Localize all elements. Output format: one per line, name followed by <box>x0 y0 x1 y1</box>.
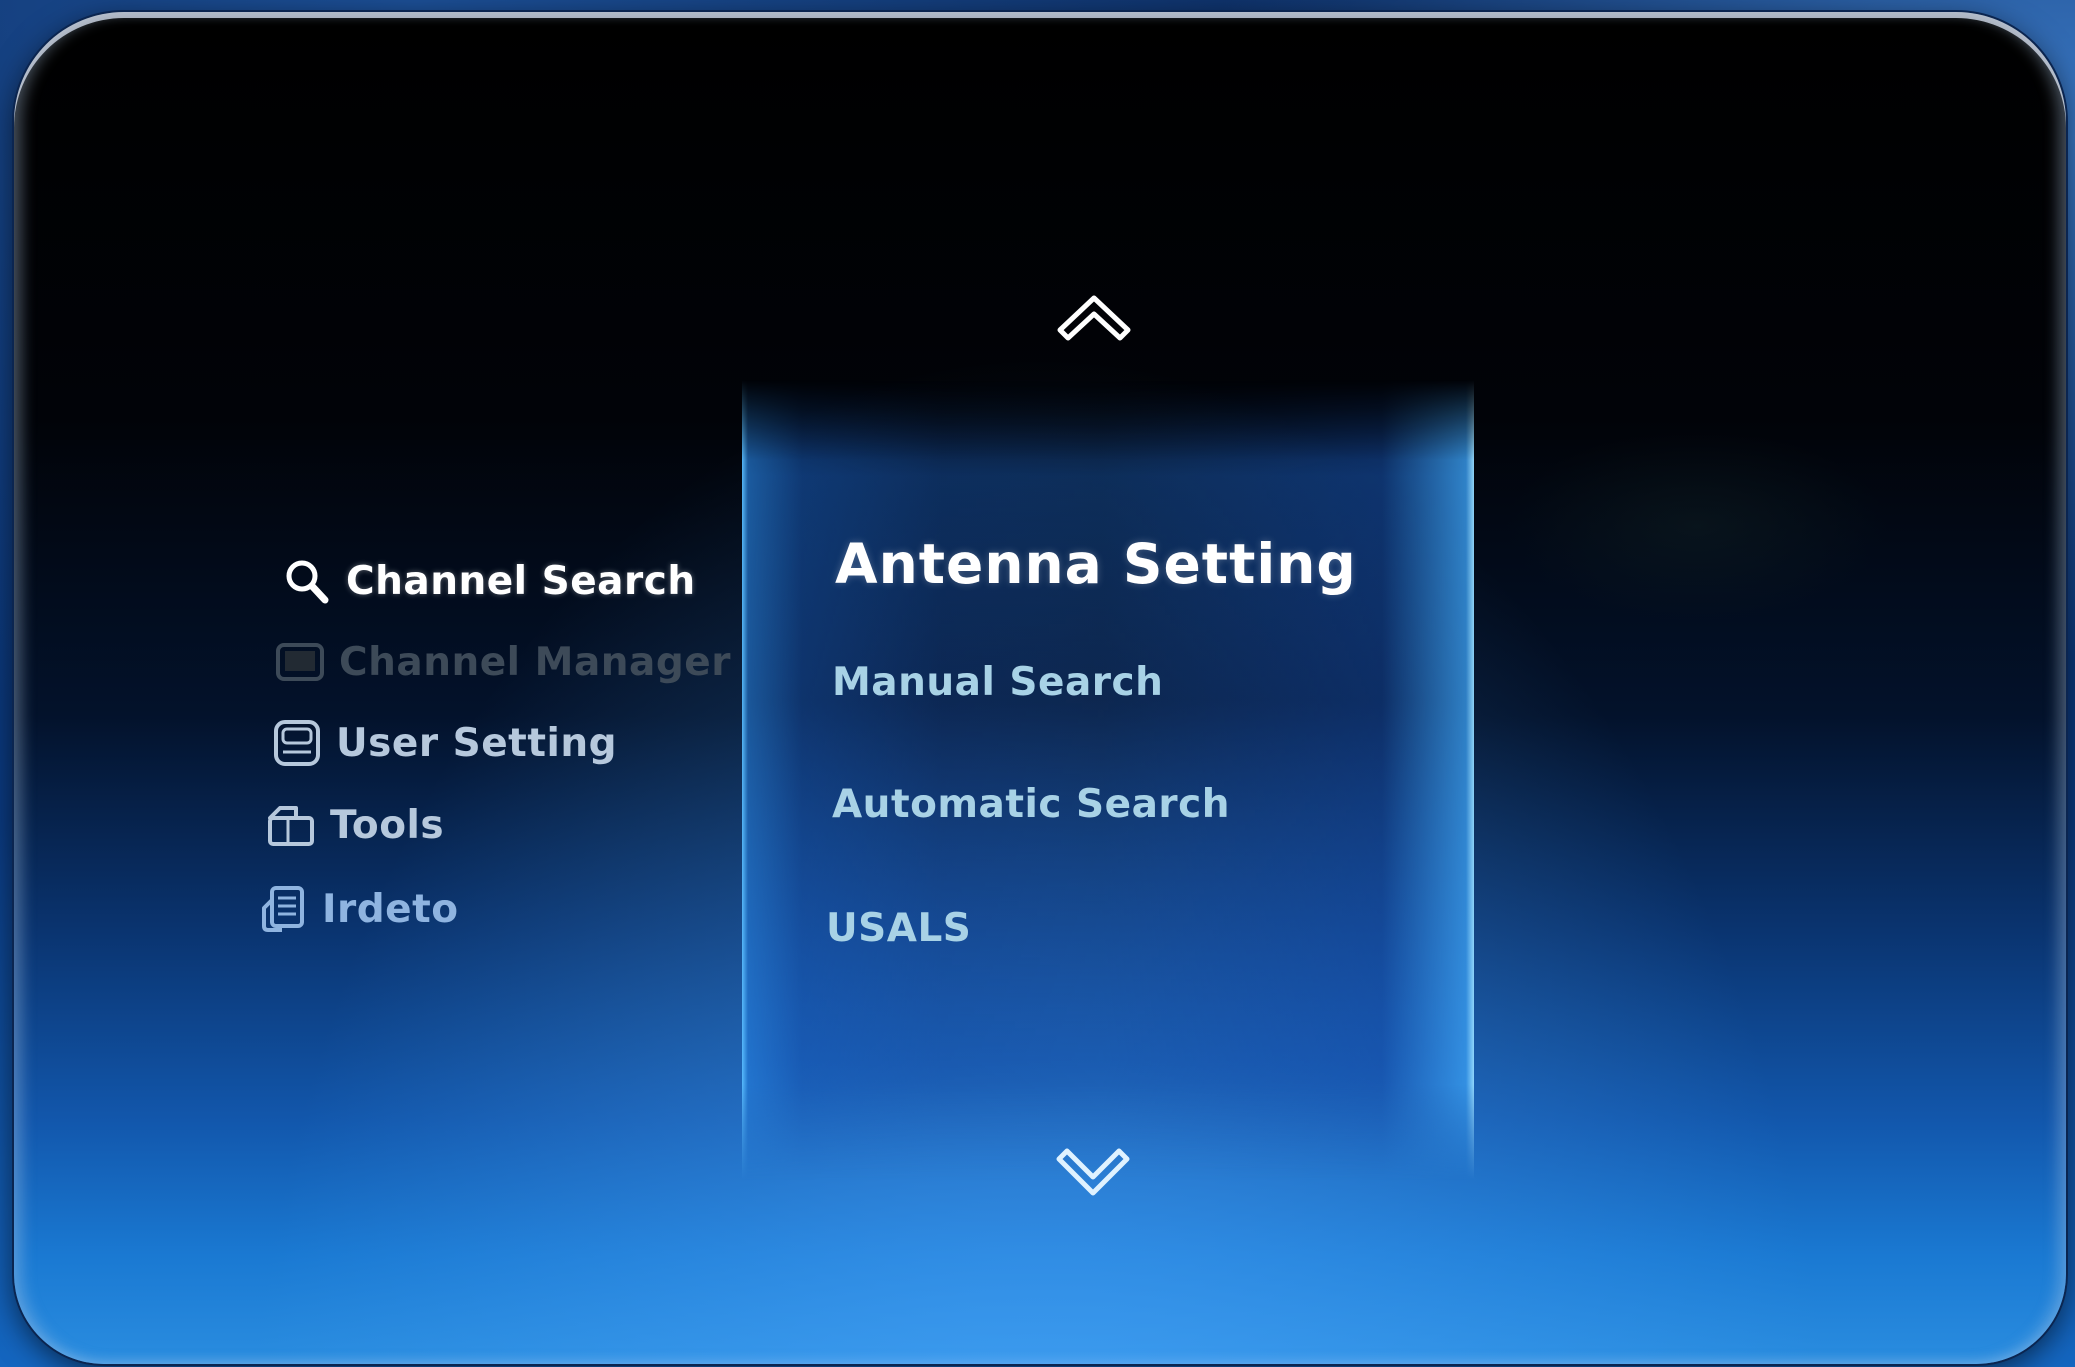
user-setting-icon <box>274 720 320 766</box>
irdeto-icon <box>262 886 304 932</box>
submenu-item-manual-search[interactable]: Manual Search <box>832 660 1163 705</box>
chevron-down-icon[interactable] <box>1053 1143 1133 1203</box>
menu-item-channel-search[interactable]: Channel Search <box>282 556 696 606</box>
menu-item-label: User Setting <box>336 720 618 766</box>
tv-icon <box>276 643 324 681</box>
menu-item-label: Channel Search <box>346 558 696 604</box>
search-icon <box>286 560 329 604</box>
menu-item-label: Channel Manager <box>339 639 731 685</box>
submenu-title[interactable]: Antenna Setting <box>835 532 1357 596</box>
toolbox-icon <box>268 806 314 846</box>
menu-item-label: Irdeto <box>322 886 459 932</box>
menu-item-irdeto[interactable]: Irdeto <box>258 884 459 934</box>
submenu-panel <box>742 380 1474 1180</box>
submenu-item-usals[interactable]: USALS <box>826 906 971 951</box>
menu-item-channel-manager: Channel Manager <box>275 637 731 687</box>
submenu-item-automatic-search[interactable]: Automatic Search <box>832 782 1230 827</box>
chevron-up-icon[interactable] <box>1054 288 1134 348</box>
menu-item-tools[interactable]: Tools <box>266 800 444 850</box>
menu-item-label: Tools <box>330 802 445 848</box>
menu-item-user-setting[interactable]: User Setting <box>272 718 617 768</box>
